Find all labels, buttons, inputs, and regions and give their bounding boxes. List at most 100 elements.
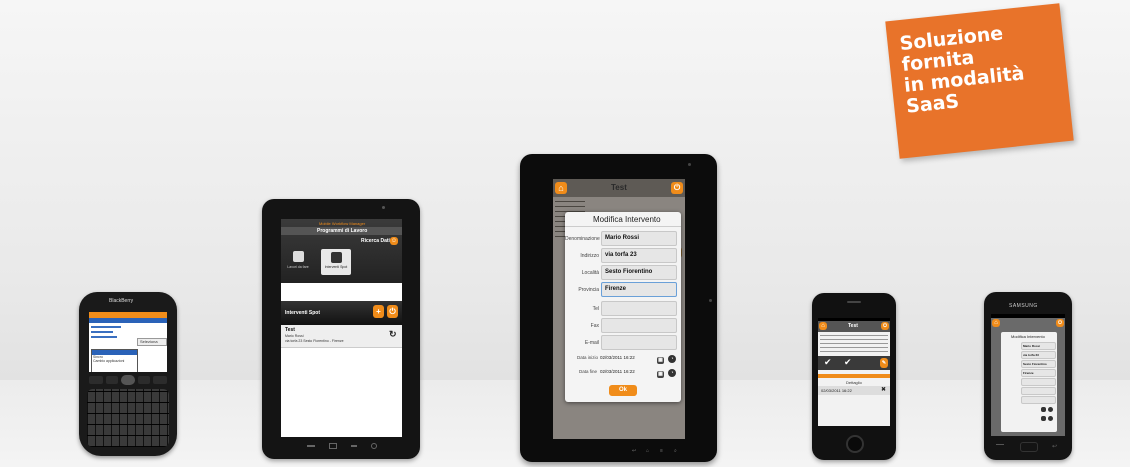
ip-action-icon[interactable]: ✎: [880, 358, 888, 368]
tl-list-item[interactable]: Test Mario Rossi via torfa 23 Sesto Fior…: [281, 325, 402, 348]
bb-line: [91, 326, 121, 328]
tc-field-denominazione-value: Mario Rossi: [605, 235, 640, 241]
tl-item-line1: Mario Rossi: [285, 334, 304, 338]
ss-field-2[interactable]: via torfa 23: [1021, 351, 1056, 359]
tc-label-provincia: Provincia: [578, 287, 599, 293]
tc-date-start-label: Data inizio: [577, 355, 599, 360]
ss-field-1-value: Mario Rossi: [1023, 344, 1041, 348]
tc-label-denominazione: Denominazione: [565, 236, 600, 242]
call-key[interactable]: [89, 376, 103, 384]
tl-tile-lavori[interactable]: Lavori da fare: [286, 251, 310, 277]
tl-item-line2: via torfa 23 Sesto Fiorentino - Firenze: [285, 339, 344, 343]
home-button[interactable]: [846, 435, 864, 453]
ss-field-4[interactable]: Firenze: [1021, 369, 1056, 377]
tc-field-indirizzo-value: via torfa 23: [605, 252, 637, 258]
tc-calendar-icon[interactable]: ▦: [657, 357, 664, 364]
tc-calendar-icon[interactable]: ▦: [657, 371, 664, 378]
check-icon[interactable]: ✔: [824, 357, 832, 368]
tc-field-tel[interactable]: [601, 301, 677, 316]
back-icon[interactable]: [307, 445, 315, 447]
blackberry-brand: BlackBerry: [109, 298, 134, 304]
ss-field-3[interactable]: Sesto Fiorentino: [1021, 360, 1056, 368]
tl-tile-interventi-label: Interventi Spot: [324, 265, 348, 269]
back-icon[interactable]: ↩: [632, 448, 636, 454]
tl-tile-lavori-label: Lavori da fare: [287, 265, 309, 269]
tc-date-end-value: 02/03/2011 16:22: [600, 369, 635, 374]
bb-select[interactable]: Seleziona: [137, 338, 167, 346]
tl-section-title: Interventi Spot: [285, 310, 321, 316]
tl-nav-bar: [307, 443, 377, 449]
tc-field-localita[interactable]: Sesto Fiorentino: [601, 265, 677, 280]
ss-clock-icon[interactable]: [1048, 407, 1053, 412]
bb-line: [91, 336, 117, 338]
ip-title: Test: [848, 323, 858, 329]
saas-badge: Soluzione fornita in modalità SaaS: [885, 3, 1074, 159]
bb-menu-item[interactable]: Cambio applicazioni: [92, 359, 137, 363]
ss-calendar-icon[interactable]: [1041, 416, 1046, 421]
keyboard: [87, 389, 169, 447]
back-key[interactable]: [138, 376, 150, 384]
tc-field-provincia-value: Firenze: [605, 286, 627, 292]
ip-row-value: 02/03/2011 16:22: [821, 388, 852, 393]
blackberry-phone: BlackBerry Seleziona Sincro Cambio appli…: [79, 292, 177, 456]
tablet-center: ⌂ Test ⏻ ⚙ Modifica Intervento Denominaz…: [520, 154, 717, 462]
check-icon[interactable]: ✔: [844, 357, 852, 368]
ss-field-6[interactable]: [1021, 387, 1056, 395]
tc-field-provincia[interactable]: Firenze: [601, 282, 677, 297]
home-icon[interactable]: [329, 443, 337, 449]
search-icon[interactable]: [371, 443, 377, 449]
tc-field-indirizzo[interactable]: via torfa 23: [601, 248, 677, 263]
ip-bg-lines: [820, 335, 888, 353]
search-icon[interactable]: ⌕: [674, 448, 677, 454]
tc-home-icon[interactable]: ⌂: [555, 182, 567, 194]
tc-label-localita: Località: [581, 270, 599, 276]
refresh-icon[interactable]: ↻: [389, 329, 397, 340]
status-bar: [991, 314, 1065, 318]
tl-tile-interventi[interactable]: Interventi Spot: [321, 249, 351, 275]
ss-field-5[interactable]: [1021, 378, 1056, 386]
tc-field-denominazione[interactable]: Mario Rossi: [601, 231, 677, 246]
close-icon[interactable]: ✖: [881, 386, 886, 393]
ss-clock-icon[interactable]: [1048, 416, 1053, 421]
tc-clock-icon[interactable]: ◔: [668, 369, 676, 377]
ss-calendar-icon[interactable]: [1041, 407, 1046, 412]
ss-field-1[interactable]: Mario Rossi: [1021, 342, 1056, 350]
ip-power-icon[interactable]: ⏻: [881, 322, 889, 330]
end-key[interactable]: [153, 376, 167, 384]
tl-add-icon[interactable]: +: [373, 305, 384, 318]
menu-icon[interactable]: ≡: [660, 448, 663, 454]
ss-power-icon[interactable]: ⏻: [1056, 319, 1064, 327]
ss-field-3-value: Sesto Fiorentino: [1023, 362, 1047, 366]
side-sensor: [709, 299, 712, 302]
divider: [565, 226, 681, 227]
home-icon[interactable]: ⌂: [646, 448, 649, 454]
menu-icon[interactable]: [351, 445, 357, 447]
tc-power-icon[interactable]: ⏻: [671, 182, 683, 194]
tc-clock-icon[interactable]: ◔: [668, 355, 676, 363]
tl-search-label[interactable]: Ricerca Dati: [361, 238, 390, 244]
tc-dialog: Modifica Intervento Denominazione Mario …: [565, 212, 681, 402]
ss-field-4-value: Firenze: [1023, 371, 1034, 375]
ss-home-icon[interactable]: ⌂: [992, 319, 1000, 327]
menu-key[interactable]: [996, 444, 1004, 449]
speaker: [847, 301, 861, 303]
bb-menu: Sincro Cambio applicazioni: [91, 349, 138, 372]
tc-label-email: E-mail: [584, 340, 599, 346]
samsung-phone: SAMSUNG ⌂ ⏻ Modifica Intervento Mario Ro…: [984, 292, 1072, 460]
back-key[interactable]: ↩: [1052, 443, 1057, 450]
iphone: ⌂ Test ⏻ ✔ ✔ ✎ Dettaglio 02/03/2011 16:2…: [812, 293, 896, 460]
menu-key[interactable]: [106, 376, 118, 384]
tc-ok-button[interactable]: Ok: [609, 385, 637, 396]
tl-search-icon[interactable]: ☺: [390, 237, 398, 245]
list-icon: [330, 252, 342, 263]
home-button[interactable]: [1020, 442, 1038, 452]
tc-field-fax[interactable]: [601, 318, 677, 333]
camera: [688, 163, 691, 166]
trackpad[interactable]: [121, 375, 135, 385]
ss-field-7[interactable]: [1021, 396, 1056, 404]
ip-list-row[interactable]: 02/03/2011 16:22 ✖: [818, 386, 890, 395]
list-icon: [292, 251, 304, 262]
ip-home-icon[interactable]: ⌂: [819, 322, 827, 330]
tl-power-icon[interactable]: ⏻: [387, 305, 398, 318]
tc-field-email[interactable]: [601, 335, 677, 350]
